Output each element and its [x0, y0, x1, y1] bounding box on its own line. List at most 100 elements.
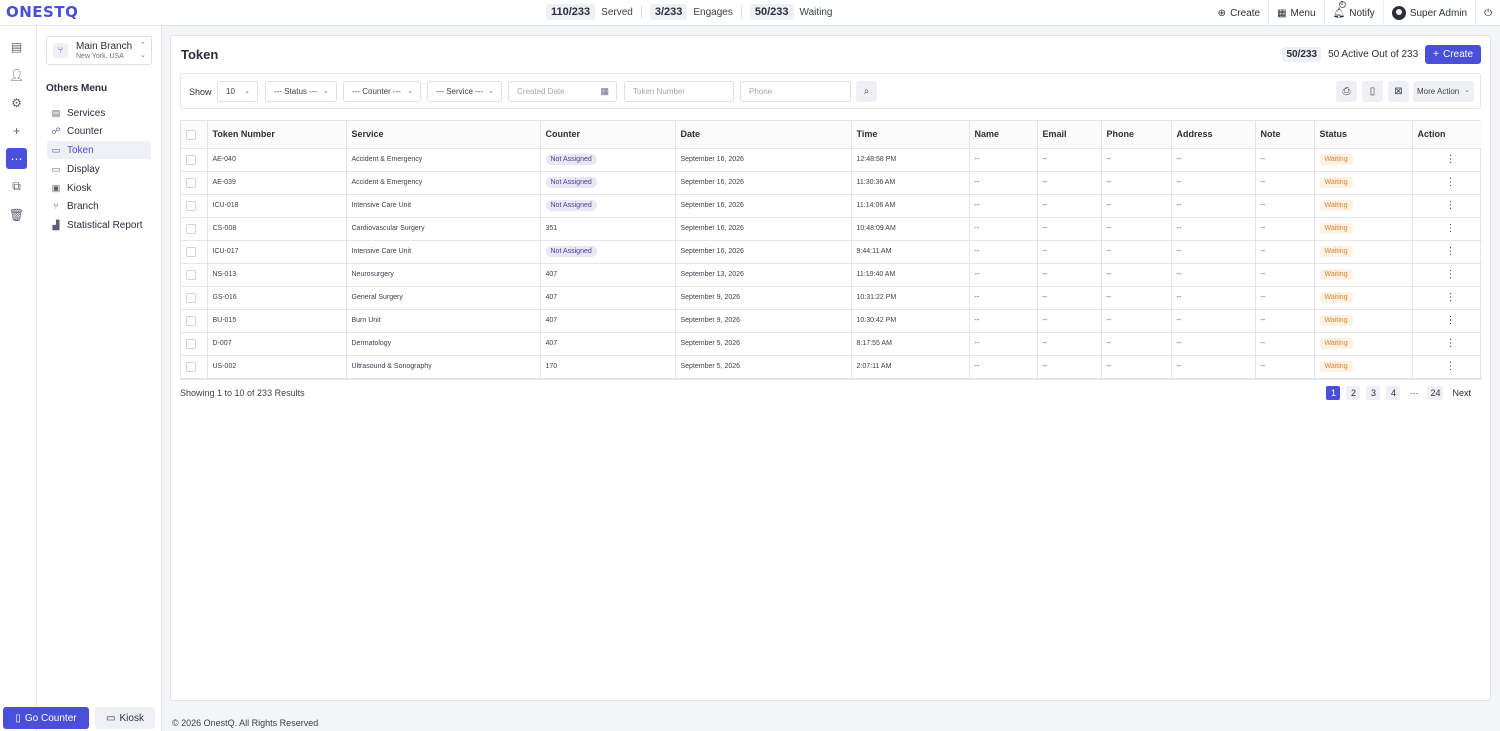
page-button[interactable]: 4 [1386, 386, 1401, 400]
time-value: 10:30:42 PM [856, 317, 897, 324]
column-header[interactable]: Status [1314, 121, 1413, 149]
column-header[interactable]: Address [1171, 121, 1256, 149]
cell-status: Waiting [1314, 171, 1413, 195]
logout-button[interactable]: ⏻ [1476, 0, 1500, 26]
table-row[interactable]: AE-040 Accident & Emergency Not Assigned Se… [181, 148, 1482, 172]
go-counter-button[interactable]: ▯ Go Counter [3, 707, 89, 729]
table-row[interactable]: BU-015 Burn Unit 407 September 9, 2026 10:30… [181, 309, 1482, 333]
row-checkbox[interactable] [186, 361, 196, 372]
next-page-button[interactable]: Next [1449, 386, 1474, 400]
column-header[interactable]: Name [969, 121, 1038, 149]
print-button[interactable]: ⎙ [1336, 81, 1357, 102]
sidebar-item-kiosk[interactable]: ▣ Kiosk [47, 179, 151, 197]
notify-button[interactable]: 🔔︎ 0 Notify [1325, 0, 1384, 26]
kebab-menu-icon[interactable]: ⋮ [1418, 338, 1456, 349]
page-size-select[interactable]: 10 ⌄ [217, 81, 258, 102]
kebab-menu-icon[interactable]: ⋮ [1418, 292, 1456, 303]
row-checkbox[interactable] [186, 269, 196, 280]
create-token-button[interactable]: + Create [1425, 45, 1481, 64]
row-checkbox[interactable] [186, 223, 196, 234]
column-header[interactable]: Counter [540, 121, 676, 149]
sidebar-item-branch[interactable]: ⑂ Branch [47, 197, 151, 215]
chevron-down-icon: ⌄ [323, 88, 329, 95]
kebab-menu-icon[interactable]: ⋮ [1418, 177, 1456, 188]
page-button[interactable]: 3 [1366, 386, 1381, 400]
dashboard-icon[interactable]: ▤ [6, 36, 27, 57]
column-header[interactable]: Email [1037, 121, 1102, 149]
search-button[interactable]: ⌕ [856, 81, 877, 102]
user-menu[interactable]: Super Admin [1384, 0, 1477, 26]
cell-note: -- [1255, 332, 1315, 356]
page-button[interactable]: 2 [1346, 386, 1361, 400]
column-header[interactable]: Phone [1101, 121, 1172, 149]
sidebar-item-services[interactable]: ▤ Services [47, 104, 151, 122]
status-select-value: --- Status --- [274, 87, 318, 96]
table-row[interactable]: NS-013 Neurosurgery 407 September 13, 2026 1… [181, 263, 1482, 287]
user-icon[interactable]: 👤︎ [6, 64, 27, 85]
token-number-input[interactable]: Token Number [624, 81, 734, 102]
settings-icon[interactable]: ⚙ [6, 92, 27, 113]
row-checkbox[interactable] [186, 292, 196, 303]
export-excel-button[interactable]: ⊠ [1388, 81, 1409, 102]
kebab-menu-icon[interactable]: ⋮ [1418, 246, 1456, 257]
sidebar-item-token[interactable]: ▭ Token [47, 141, 151, 159]
counter-select[interactable]: --- Counter --- ⌄ [343, 81, 421, 102]
column-header[interactable]: Token Number [207, 121, 347, 149]
service-select[interactable]: --- Service --- ⌄ [427, 81, 502, 102]
status-badge: Waiting [1319, 269, 1353, 280]
row-checkbox[interactable] [186, 177, 196, 188]
kebab-menu-icon[interactable]: ⋮ [1418, 154, 1456, 165]
row-checkbox[interactable] [186, 154, 196, 165]
cell-counter: Not Assigned [540, 194, 676, 218]
top-create-button[interactable]: ⊕ Create [1210, 0, 1270, 26]
add-icon[interactable]: + [6, 120, 27, 141]
kebab-menu-icon[interactable]: ⋮ [1418, 315, 1456, 326]
address-value: -- [1176, 294, 1182, 301]
cell-token: NS-013 [207, 263, 347, 287]
layers-icon[interactable]: ⧉ [6, 176, 27, 197]
kebab-menu-icon[interactable]: ⋮ [1418, 269, 1456, 280]
status-select[interactable]: --- Status --- ⌄ [265, 81, 337, 102]
page-button[interactable]: 1 [1326, 386, 1341, 400]
table-row[interactable]: ICU-018 Intensive Care Unit Not Assigned Se… [181, 194, 1482, 218]
table-row[interactable]: ICU-017 Intensive Care Unit Not Assigned Se… [181, 240, 1482, 264]
kebab-menu-icon[interactable]: ⋮ [1418, 361, 1456, 372]
created-date-input[interactable]: Created Date ▦ [508, 81, 617, 102]
row-select-cell [181, 355, 208, 379]
date-value: September 16, 2026 [680, 202, 744, 209]
kebab-menu-icon[interactable]: ⋮ [1418, 223, 1456, 234]
more-icon[interactable]: ⋯ [6, 148, 27, 169]
column-header[interactable]: Date [675, 121, 852, 149]
more-action-dropdown[interactable]: More Action ⌄ [1413, 81, 1474, 102]
table-row[interactable]: CS-008 Cardiovascular Surgery 351 September… [181, 217, 1482, 241]
column-header[interactable]: Time [851, 121, 970, 149]
table-body: AE-040 Accident & Emergency Not Assigned Se… [181, 148, 1482, 379]
row-checkbox[interactable] [186, 200, 196, 211]
cell-phone: -- [1101, 171, 1172, 195]
page-button[interactable]: 24 [1427, 386, 1444, 400]
table-row[interactable]: AE-039 Accident & Emergency Not Assigned Se… [181, 171, 1482, 195]
kebab-menu-icon[interactable]: ⋮ [1418, 200, 1456, 211]
branch-selector[interactable]: ⑂ Main Branch New York, USA ⌃ ⌄ [46, 36, 152, 65]
service-select-value: --- Service --- [436, 87, 484, 96]
row-checkbox[interactable] [186, 315, 196, 326]
top-menu-button[interactable]: ▦ Menu [1269, 0, 1325, 26]
column-header[interactable]: Service [346, 121, 541, 149]
table-row[interactable]: GS-016 General Surgery 407 September 9, 202… [181, 286, 1482, 310]
export-pdf-button[interactable]: ▯ [1362, 81, 1383, 102]
phone-input[interactable]: Phone [740, 81, 851, 102]
select-all-checkbox[interactable] [186, 129, 196, 140]
kiosk-button[interactable]: ▭ Kiosk [95, 707, 155, 729]
row-checkbox[interactable] [186, 246, 196, 257]
app-logo[interactable]: ONESTQ [6, 3, 78, 21]
phone-value: -- [1106, 317, 1112, 324]
trash-icon[interactable]: 🗑︎ [6, 204, 27, 225]
sidebar-item-statistical-report[interactable]: ▟ Statistical Report [47, 216, 151, 234]
cell-date: September 9, 2026 [675, 286, 852, 310]
column-header[interactable]: Note [1255, 121, 1315, 149]
row-checkbox[interactable] [186, 338, 196, 349]
sidebar-item-display[interactable]: ▭ Display [47, 160, 151, 178]
sidebar-item-counter[interactable]: ☍ Counter [47, 122, 151, 140]
table-row[interactable]: US-002 Ultrasound & Sonography 170 Septembe… [181, 355, 1482, 379]
table-row[interactable]: D-007 Dermatology 407 September 5, 2026 8:17… [181, 332, 1482, 356]
